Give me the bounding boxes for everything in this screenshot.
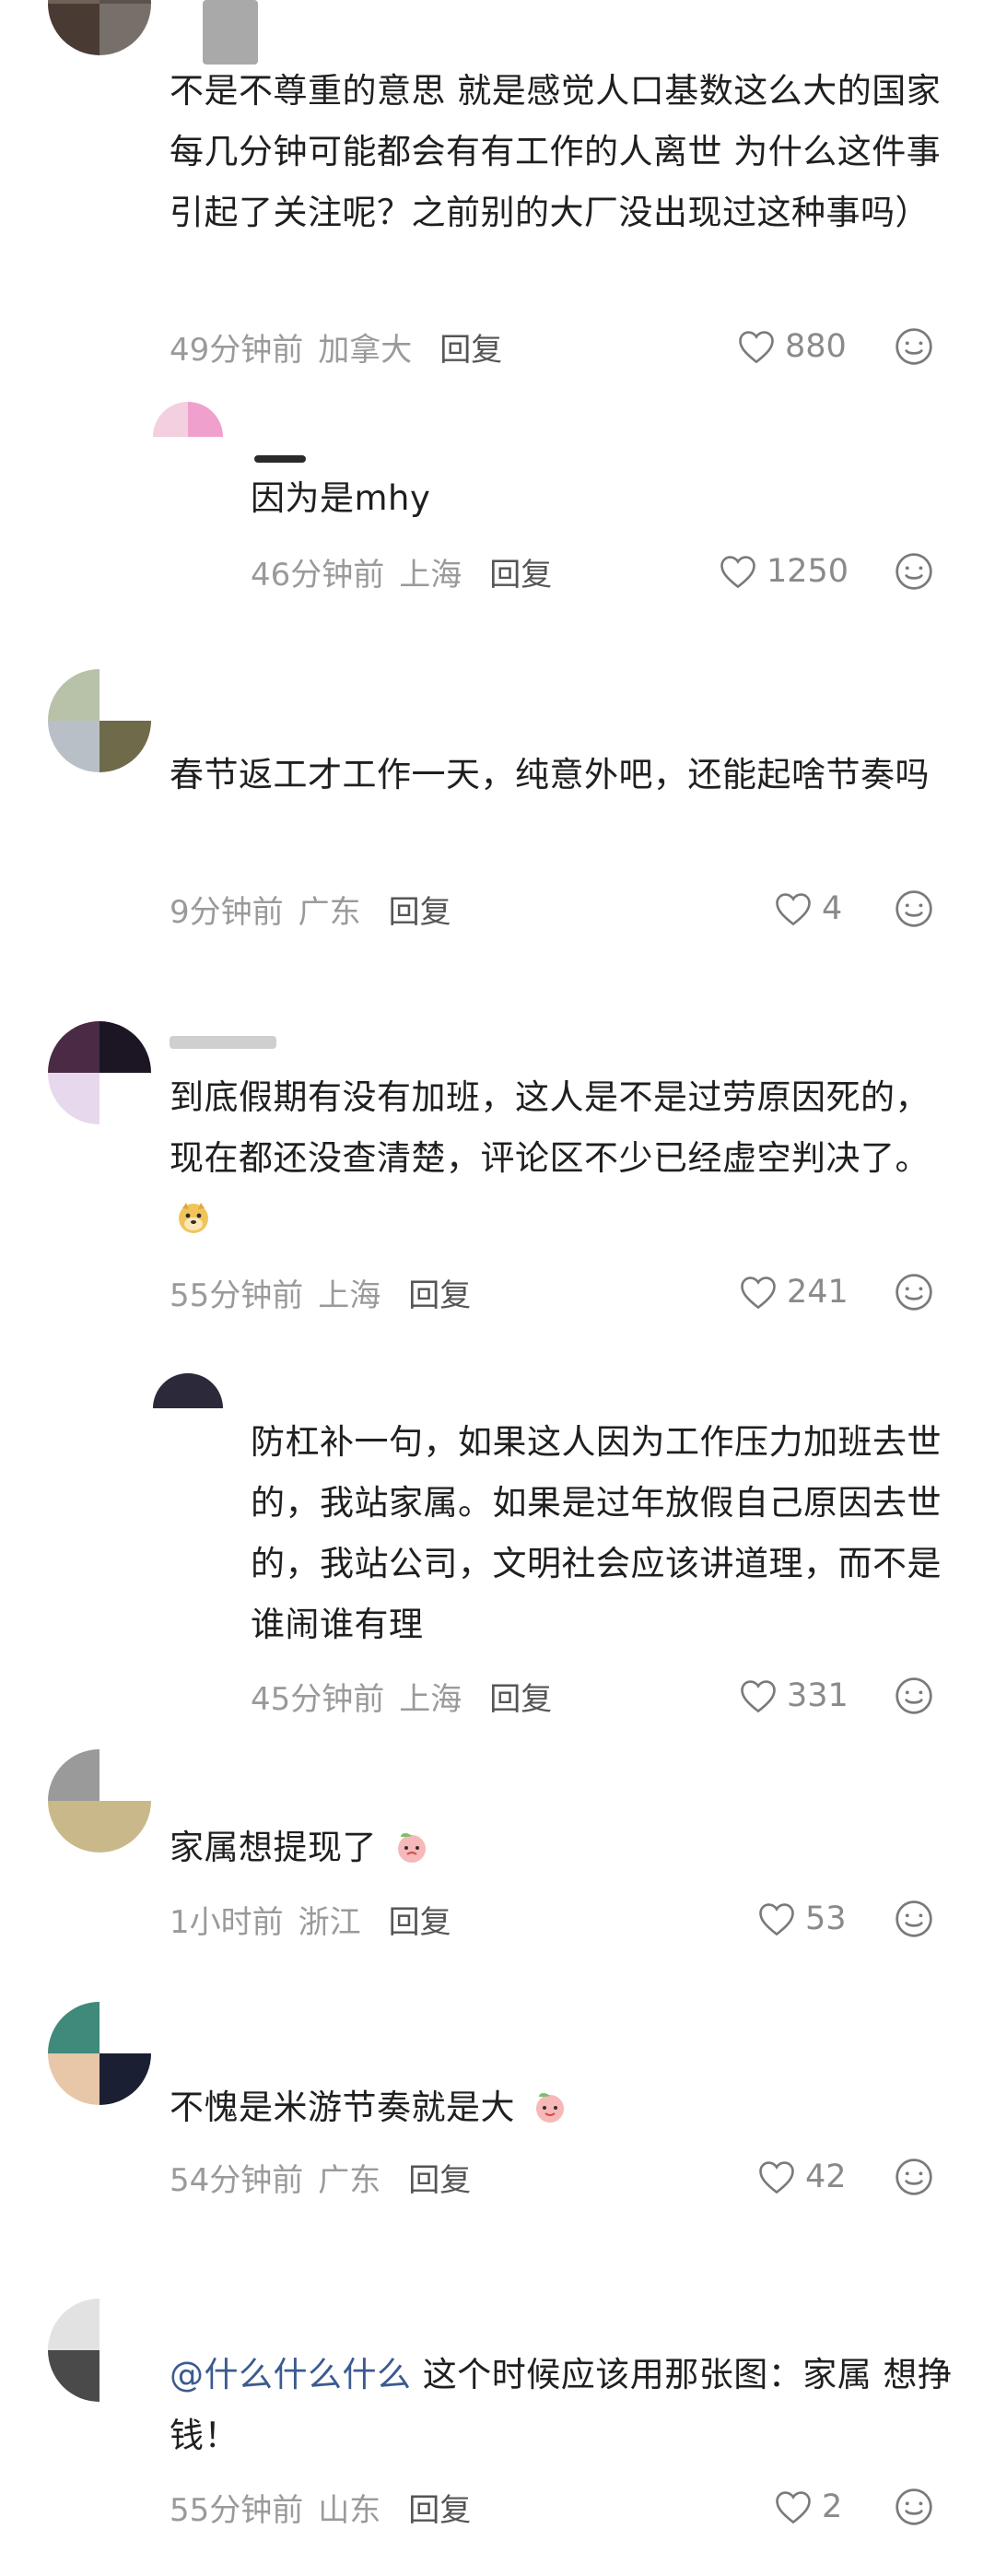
like-button[interactable]: 4 (774, 881, 842, 936)
comment-meta: 54分钟前 广东 回复 (170, 2149, 471, 2205)
doge-emoji-icon (179, 1203, 208, 1233)
like-button[interactable]: 53 (757, 1891, 847, 1947)
heart-outline-icon (759, 1903, 794, 1936)
mention-link[interactable]: @什么什么什么 (170, 2355, 412, 2394)
peach-emoji-icon (398, 1833, 427, 1863)
like-count: 1250 (767, 553, 849, 590)
comment-location: 上海 (399, 1680, 462, 1718)
smiley-face-icon[interactable] (894, 2487, 934, 2527)
avatar[interactable] (48, 1021, 151, 1124)
peach-emoji-icon (536, 2093, 565, 2123)
like-button[interactable]: 2 (774, 2479, 842, 2535)
reply-button[interactable]: 回复 (389, 887, 451, 932)
avatar[interactable] (48, 2299, 151, 2402)
heart-outline-icon (741, 1276, 776, 1310)
comment-text: 不愧是米游节奏就是大 (170, 2077, 958, 2138)
avatar[interactable] (153, 1373, 223, 1443)
reply-button[interactable]: 回复 (489, 1674, 552, 1719)
like-count: 331 (787, 1677, 849, 1714)
comment-text-body: 不愧是米游节奏就是大 (170, 2088, 515, 2127)
avatar[interactable] (48, 669, 151, 772)
comment-time: 55分钟前 (170, 2491, 304, 2529)
like-count: 880 (785, 328, 847, 365)
like-count: 241 (787, 1274, 849, 1311)
avatar[interactable] (48, 0, 151, 55)
comment-time: 46分钟前 (251, 556, 385, 594)
reply-button[interactable]: 回复 (389, 1897, 451, 1942)
comment-meta: 9分钟前 广东 回复 (170, 881, 451, 936)
comment-meta: 45分钟前 上海 回复 (251, 1668, 552, 1723)
comment-text: 不是不尊重的意思 就是感觉人口基数这么大的国家每几分钟可能都会有有工作的人离世 … (170, 71, 942, 232)
smiley-face-icon[interactable] (894, 1272, 934, 1312)
comment-text: 因为是mhy (251, 478, 431, 518)
reply-button[interactable]: 回复 (408, 2485, 471, 2530)
like-count: 4 (822, 890, 843, 927)
like-button[interactable]: 880 (737, 319, 847, 374)
smiley-face-icon[interactable] (894, 326, 934, 367)
comment-location: 山东 (318, 2491, 381, 2529)
comment-location: 上海 (318, 1276, 381, 1314)
heart-outline-icon (759, 2161, 794, 2194)
like-count: 53 (805, 1900, 847, 1937)
heart-outline-icon (776, 2491, 811, 2524)
comment-meta: 55分钟前 上海 回复 (170, 1264, 471, 1320)
heart-outline-icon (776, 893, 811, 926)
smiley-face-icon[interactable] (894, 888, 934, 929)
like-button[interactable]: 331 (739, 1668, 849, 1723)
reply-button[interactable]: 回复 (439, 324, 502, 370)
comment-text: @什么什么什么 这个时候应该用那张图：家属 想挣钱！ (170, 2345, 958, 2466)
comment-text-body: 到底假期有没有加班，这人是不是过劳原因死的，现在都还没查清楚，评论区不少已经虚空… (170, 1077, 930, 1178)
comment-time: 1小时前 (170, 1903, 284, 1941)
like-button[interactable]: 241 (739, 1264, 849, 1320)
comment-time: 55分钟前 (170, 1276, 304, 1314)
comment-text: 春节返工才工作一天，纯意外吧，还能起啥节奏吗 (170, 755, 930, 794)
comment-text-body: 家属想提现了 (170, 1828, 377, 1867)
reply-button[interactable]: 回复 (489, 549, 552, 594)
comment-time: 9分钟前 (170, 893, 284, 931)
heart-outline-icon (739, 331, 774, 364)
like-button[interactable]: 42 (757, 2149, 847, 2205)
comment-meta: 1小时前 浙江 回复 (170, 1891, 451, 1947)
comment-time: 49分钟前 (170, 331, 304, 369)
heart-outline-icon (720, 556, 755, 589)
comment-meta: 49分钟前 加拿大 回复 (170, 319, 502, 374)
comment-location: 加拿大 (318, 331, 413, 369)
like-count: 2 (822, 2488, 843, 2525)
comment-text: 防杠补一句，如果这人因为工作压力加班去世的，我站家属。如果是过年放假自己原因去世… (251, 1422, 942, 1644)
smiley-face-icon[interactable] (894, 2157, 934, 2197)
reply-button[interactable]: 回复 (408, 1270, 471, 1315)
comment-time: 45分钟前 (251, 1680, 385, 1718)
avatar[interactable] (48, 1749, 151, 1853)
reply-button[interactable]: 回复 (408, 2155, 471, 2200)
comment-text: 家属想提现了 (170, 1817, 958, 1878)
comment-location: 浙江 (298, 1903, 361, 1941)
comment-text: 到底假期有没有加班，这人是不是过劳原因死的，现在都还没查清楚，评论区不少已经虚空… (170, 1067, 958, 1250)
comment-location: 广东 (318, 2161, 381, 2199)
smiley-face-icon[interactable] (894, 551, 934, 592)
like-count: 42 (805, 2158, 847, 2195)
comment-location: 上海 (399, 556, 462, 594)
username-blur[interactable] (254, 455, 306, 463)
comment-location: 广东 (298, 893, 361, 931)
avatar[interactable] (48, 2002, 151, 2105)
comment-time: 54分钟前 (170, 2161, 304, 2199)
heart-outline-icon (741, 1680, 776, 1713)
comment-meta: 55分钟前 山东 回复 (170, 2479, 471, 2535)
like-button[interactable]: 1250 (719, 544, 849, 599)
comment-meta: 46分钟前 上海 回复 (251, 544, 552, 599)
avatar[interactable] (153, 402, 223, 472)
username-blur[interactable] (170, 1036, 276, 1049)
smiley-face-icon[interactable] (894, 1676, 934, 1716)
username-blur[interactable] (203, 0, 258, 65)
smiley-face-icon[interactable] (894, 1899, 934, 1939)
